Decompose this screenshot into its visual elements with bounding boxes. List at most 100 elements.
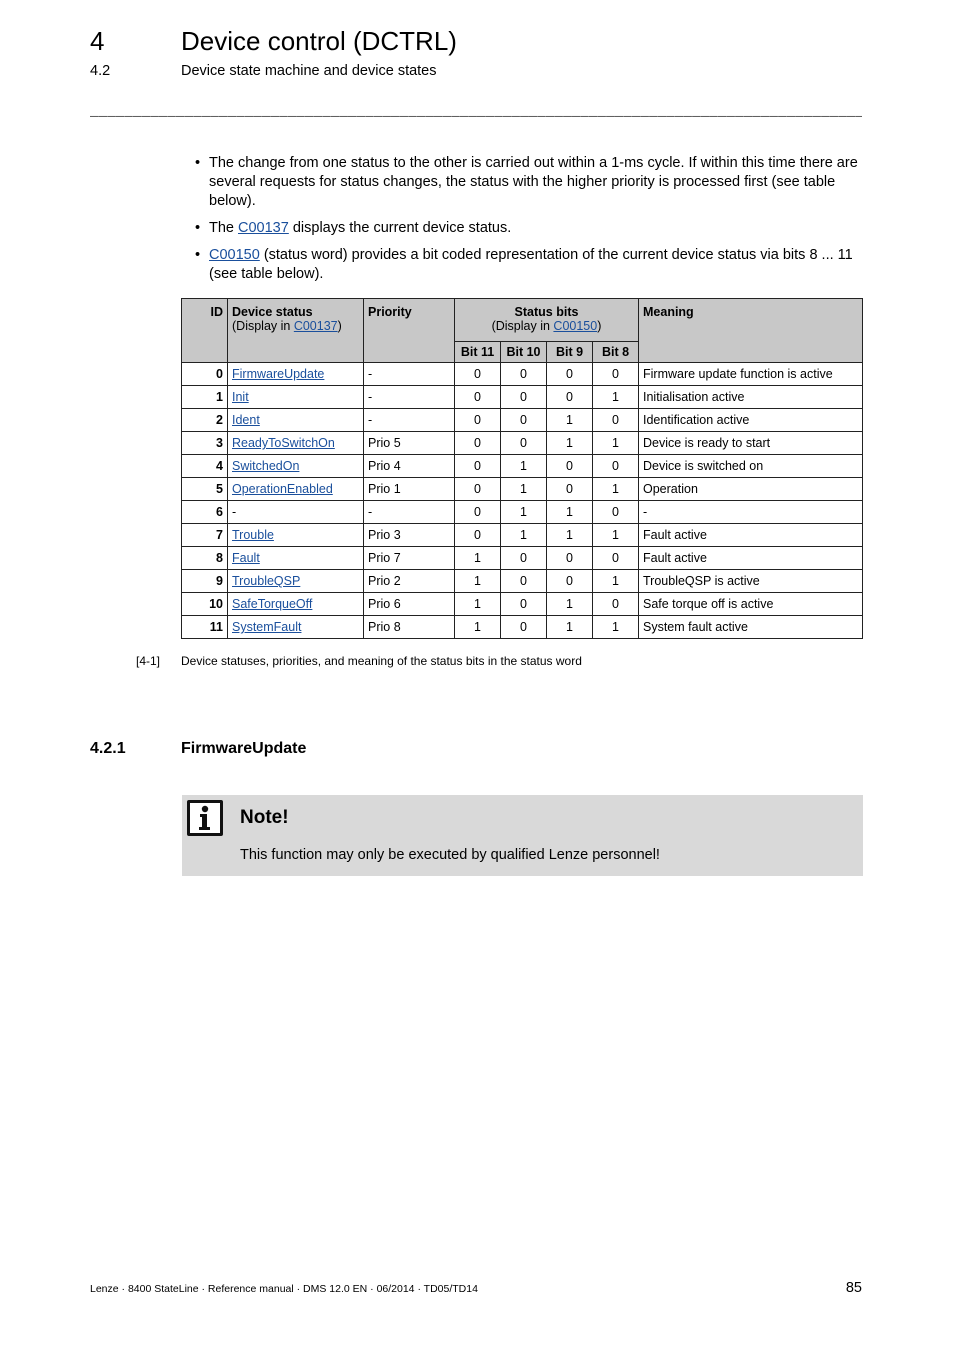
cell-bit: 1 xyxy=(592,385,639,409)
cell-bit: 0 xyxy=(500,569,547,593)
cell-meaning: - xyxy=(638,500,863,524)
cell-bit: 1 xyxy=(592,523,639,547)
cell-bit: 1 xyxy=(454,546,501,570)
device-status-table: ID Device status (Display in C00137) Pri… xyxy=(181,298,863,639)
cell-priority: - xyxy=(363,408,455,432)
table-row: 0 FirmwareUpdate -0 0 0 0 Firmware update func… xyxy=(181,362,863,386)
device-status-link[interactable]: Trouble xyxy=(232,528,274,542)
info-icon xyxy=(187,800,223,836)
cell-bit: 1 xyxy=(500,454,547,478)
cell-id: 9 xyxy=(181,569,228,593)
section-title: Device state machine and device states xyxy=(181,63,437,79)
header-sub-text: (Display in xyxy=(232,319,294,333)
bullet-item: • The C00137 displays the current device… xyxy=(193,219,863,238)
header-status-bits-sub: (Display in C00150) xyxy=(459,319,634,333)
cell-device-status: Trouble xyxy=(227,523,364,547)
table-row: 3 ReadyToSwitchOn Prio 5 0 0 1 1 Device is read… xyxy=(181,431,863,455)
header-sub-text: (Display in xyxy=(491,319,554,333)
c00137-link[interactable]: C00137 xyxy=(238,220,289,236)
cell-priority: Prio 4 xyxy=(363,454,455,478)
bullet-item: • C00150 (status word) provides a bit co… xyxy=(193,246,863,284)
header-bit-column: Bit 10 xyxy=(500,341,547,363)
cell-bit: 0 xyxy=(454,431,501,455)
cell-bit: 0 xyxy=(592,500,639,524)
section-number: 4.2 xyxy=(90,63,111,79)
cell-priority: - xyxy=(363,500,455,524)
cell-bit: 1 xyxy=(500,477,547,501)
cell-bit: 1 xyxy=(592,615,639,639)
device-status-link[interactable]: ReadyToSwitchOn xyxy=(232,436,335,450)
header-bit-column: Bit 11 xyxy=(454,341,501,363)
bullet-glyph: • xyxy=(195,247,201,263)
cell-bit: 0 xyxy=(454,454,501,478)
device-status-link[interactable]: Ident xyxy=(232,413,260,427)
device-status-link[interactable]: Init xyxy=(232,390,249,404)
cell-bit: 0 xyxy=(454,500,501,524)
device-status-link[interactable]: SystemFault xyxy=(232,620,301,634)
device-status-link[interactable]: FirmwareUpdate xyxy=(232,367,324,381)
header-meaning: Meaning xyxy=(638,298,863,363)
cell-bit: 1 xyxy=(454,592,501,616)
cell-bit: 0 xyxy=(546,477,593,501)
device-status-link[interactable]: OperationEnabled xyxy=(232,482,333,496)
cell-bit: 0 xyxy=(546,546,593,570)
cell-device-status: OperationEnabled xyxy=(227,477,364,501)
header-sub-text: ) xyxy=(597,319,602,333)
header-id: ID xyxy=(181,298,228,363)
bullet-text: The xyxy=(209,220,239,236)
cell-bit: 0 xyxy=(592,408,639,432)
table-row: 9 TroubleQSP Prio 2 1 0 0 1 TroubleQSP is activ… xyxy=(181,569,863,593)
cell-id: 3 xyxy=(181,431,228,455)
cell-device-status: SystemFault xyxy=(227,615,364,639)
cell-meaning: Device is switched on xyxy=(638,454,863,478)
cell-bit: 0 xyxy=(500,362,547,386)
cell-bit: 1 xyxy=(546,408,593,432)
cell-bit: 1 xyxy=(592,477,639,501)
header-status-bits-label: Status bits xyxy=(514,305,579,319)
c00150-link[interactable]: C00150 xyxy=(209,247,260,263)
bullet-text: The change from one status to the other … xyxy=(209,155,858,209)
header-c00137-link[interactable]: C00137 xyxy=(294,319,338,333)
bullet-text: displays the current device status. xyxy=(288,220,512,236)
cell-bit: 0 xyxy=(500,431,547,455)
cell-bit: 0 xyxy=(500,546,547,570)
table-row: 1 Init -0 0 0 1 Initialisation active xyxy=(181,385,863,409)
subsection-number: 4.2.1 xyxy=(90,740,126,757)
cell-bit: 0 xyxy=(592,454,639,478)
cell-device-status: SafeTorqueOff xyxy=(227,592,364,616)
table-row: 5 OperationEnabled Prio 1 0 1 0 1 Operation xyxy=(181,477,863,501)
cell-device-status: SwitchedOn xyxy=(227,454,364,478)
cell-id: 10 xyxy=(181,592,228,616)
cell-bit: 1 xyxy=(454,615,501,639)
cell-bit: 0 xyxy=(454,523,501,547)
caption-number: [4-1] xyxy=(136,654,161,668)
device-status-link[interactable]: SafeTorqueOff xyxy=(232,597,312,611)
header-c00150-link[interactable]: C00150 xyxy=(553,319,597,333)
cell-bit: 0 xyxy=(546,569,593,593)
device-status-link[interactable]: SwitchedOn xyxy=(232,459,299,473)
device-status-link[interactable]: TroubleQSP xyxy=(232,574,300,588)
bullet-item: • The change from one status to the othe… xyxy=(193,154,863,211)
cell-meaning: System fault active xyxy=(638,615,863,639)
footer-document-info: Lenze · 8400 StateLine · Reference manua… xyxy=(90,1283,478,1295)
cell-bit: 0 xyxy=(546,385,593,409)
cell-bit: 0 xyxy=(500,385,547,409)
cell-meaning: Operation xyxy=(638,477,863,501)
cell-priority: Prio 3 xyxy=(363,523,455,547)
cell-priority: Prio 5 xyxy=(363,431,455,455)
cell-meaning: Identification active xyxy=(638,408,863,432)
cell-id: 5 xyxy=(181,477,228,501)
header-separator: ________________________________________… xyxy=(90,104,862,118)
device-status-link[interactable]: Fault xyxy=(232,551,260,565)
chapter-title: Device control (DCTRL) xyxy=(181,26,457,56)
bullet-text: (status word) provides a bit coded repre… xyxy=(209,247,853,282)
note-title: Note! xyxy=(240,807,289,828)
cell-priority: Prio 2 xyxy=(363,569,455,593)
cell-id: 8 xyxy=(181,546,228,570)
note-box: Note! This function may only be executed… xyxy=(182,795,863,876)
cell-bit: 0 xyxy=(500,408,547,432)
cell-meaning: TroubleQSP is active xyxy=(638,569,863,593)
cell-device-status: FirmwareUpdate xyxy=(227,362,364,386)
header-device-status-label: Device status xyxy=(232,305,313,319)
cell-bit: 1 xyxy=(546,500,593,524)
